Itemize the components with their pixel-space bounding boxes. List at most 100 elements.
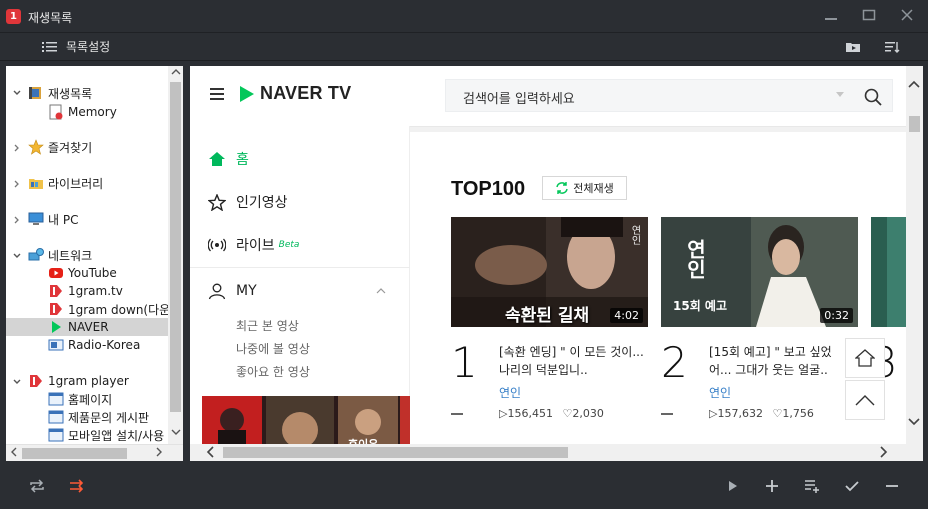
thumbnail-image <box>871 217 906 327</box>
home-float-button[interactable] <box>845 338 885 378</box>
tree-item-inquiry-board[interactable]: 제품문의 게시판 <box>48 408 149 426</box>
video-thumbnail[interactable]: 연인 15회 예고 0:32 <box>661 217 858 327</box>
maximize-button[interactable] <box>860 8 878 26</box>
video-stats: ▷156,451 ♡2,030 <box>499 407 604 420</box>
browser-vertical-scrollbar[interactable] <box>906 66 923 444</box>
chevron-right-icon[interactable] <box>12 179 22 189</box>
video-title[interactable]: [15회 예고] " 보고 싶었어... 그대가 웃는 얼굴.. <box>709 343 854 381</box>
search-dropdown-arrow-icon[interactable] <box>836 92 844 97</box>
channel-link[interactable]: 연인 <box>709 384 731 401</box>
app-logo-icon: 1 <box>6 9 21 24</box>
sidebar-item-live[interactable]: 라이브 Beta <box>208 235 299 255</box>
repeat-icon[interactable] <box>28 477 46 495</box>
tree-vertical-scroll-thumb[interactable] <box>170 82 181 412</box>
sidebar-sub-liked[interactable]: 좋아요 한 영상 <box>236 363 310 380</box>
tree-item-1gram-player[interactable]: 1gram player <box>28 372 129 390</box>
minimize-button[interactable] <box>822 8 840 26</box>
tree-item-naver[interactable]: NAVER <box>6 318 168 336</box>
youtube-icon <box>49 268 63 278</box>
search-icon[interactable] <box>864 88 882 106</box>
shuffle-icon[interactable] <box>68 477 86 495</box>
live-broadcast-icon <box>208 238 226 252</box>
chevron-right-icon[interactable] <box>12 143 22 153</box>
channel-link[interactable]: 연인 <box>499 384 521 401</box>
scroll-left-arrow-icon[interactable] <box>8 447 20 459</box>
list-settings-label: 목록설정 <box>66 40 111 54</box>
tree-item-youtube[interactable]: YouTube <box>48 264 117 282</box>
chevron-down-icon[interactable] <box>12 251 22 261</box>
sidebar-sub-recent[interactable]: 최근 본 영상 <box>236 317 299 334</box>
star-outline-icon <box>208 193 226 211</box>
chevron-right-icon[interactable] <box>12 215 22 225</box>
tree-item-memory[interactable]: Memory <box>48 103 117 121</box>
tree-horizontal-scrollbar[interactable] <box>6 444 183 461</box>
close-button[interactable] <box>898 8 916 26</box>
chevron-down-icon[interactable] <box>12 88 22 98</box>
add-icon[interactable] <box>763 477 781 495</box>
sidebar-item-home[interactable]: 홈 <box>208 149 249 169</box>
scroll-right-arrow-icon[interactable] <box>878 446 890 458</box>
tree-item-label: NAVER <box>68 320 109 334</box>
naver-tv-header: NAVER TV 검색어를 입력하세요 <box>190 66 906 126</box>
browser-vertical-scroll-thumb[interactable] <box>909 116 920 132</box>
scroll-up-arrow-icon[interactable] <box>908 80 920 92</box>
sidebar-item-my[interactable]: MY <box>208 282 257 300</box>
browser-horizontal-scroll-thumb[interactable] <box>223 447 568 458</box>
naver-tv-logo[interactable]: NAVER TV <box>238 83 351 104</box>
naver-play-icon <box>240 85 254 102</box>
tree-item-favorites[interactable]: 즐겨찾기 <box>28 138 92 156</box>
video-thumbnail[interactable] <box>871 217 906 327</box>
remove-icon[interactable] <box>883 477 901 495</box>
web-page-icon <box>48 392 64 406</box>
tree-item-1gram-down[interactable]: 1gram down(다운 <box>48 300 168 318</box>
sidebar-my-label: MY <box>236 283 257 299</box>
video-duration: 4:02 <box>610 308 643 323</box>
scroll-up-arrow-icon[interactable] <box>170 68 182 80</box>
play-all-button[interactable]: 전체재생 <box>542 176 627 200</box>
rank-number: 1 <box>451 338 478 387</box>
web-browser-view: NAVER TV 검색어를 입력하세요 홈 인기영상 라이브 Beta MY 최… <box>190 66 923 461</box>
scroll-top-button[interactable] <box>845 380 885 420</box>
search-input[interactable]: 검색어를 입력하세요 <box>445 79 893 112</box>
list-settings-button[interactable]: 목록설정 <box>42 38 110 55</box>
tree-item-mobile-app[interactable]: 모바일앱 설치/사용 <box>48 426 164 444</box>
video-title[interactable]: [속환 엔딩] " 이 모든 것이... 나리의 덕분입니.. <box>499 343 644 381</box>
add-to-list-icon[interactable] <box>803 477 821 495</box>
tree-item-my-pc[interactable]: 내 PC <box>28 210 78 228</box>
sort-list-icon[interactable] <box>884 39 900 55</box>
tree-item-network[interactable]: 네트워크 <box>28 246 92 264</box>
tree-horizontal-scroll-thumb[interactable] <box>22 448 127 459</box>
view-count: 156,451 <box>507 407 553 420</box>
window-title: 재생목록 <box>28 11 73 25</box>
sidebar-sub-watch-later[interactable]: 나중에 볼 영상 <box>236 340 310 357</box>
browser-horizontal-scrollbar[interactable] <box>190 444 923 461</box>
chevron-up-icon[interactable] <box>376 288 386 294</box>
sidebar-item-popular[interactable]: 인기영상 <box>208 192 288 212</box>
check-icon[interactable] <box>843 477 861 495</box>
scroll-left-arrow-icon[interactable] <box>204 446 216 458</box>
content-separator <box>410 126 906 132</box>
tree-item-library[interactable]: 라이브러리 <box>28 174 103 192</box>
tree-item-1gram-tv[interactable]: 1gram.tv <box>48 282 123 300</box>
toolbar: 목록설정 <box>0 33 928 61</box>
scroll-down-arrow-icon[interactable] <box>908 418 920 430</box>
tree-item-radio-korea[interactable]: Radio-Korea <box>48 336 140 354</box>
thumbnail-side-text: 연인 <box>683 239 707 279</box>
video-thumbnail[interactable]: 속환된 길채 연인 4:02 <box>451 217 648 327</box>
scroll-right-arrow-icon[interactable] <box>153 447 165 459</box>
playlist-folder-icon <box>29 87 41 99</box>
tree-item-homepage[interactable]: 홈페이지 <box>48 390 112 408</box>
like-count: 1,756 <box>782 407 814 420</box>
tree-item-playlist[interactable]: 재생목록 <box>28 84 92 102</box>
scroll-down-arrow-icon[interactable] <box>170 428 182 440</box>
repeat-icon <box>556 182 568 194</box>
folder-play-icon[interactable] <box>845 39 861 55</box>
1gram-logo-icon <box>30 375 42 387</box>
star-icon <box>28 139 44 155</box>
hamburger-menu-icon[interactable] <box>210 88 224 100</box>
play-all-label: 전체재생 <box>573 182 614 195</box>
home-outline-icon <box>855 349 875 367</box>
play-icon[interactable] <box>724 477 742 495</box>
tree-vertical-scrollbar[interactable] <box>168 66 183 444</box>
chevron-down-icon[interactable] <box>12 377 22 387</box>
